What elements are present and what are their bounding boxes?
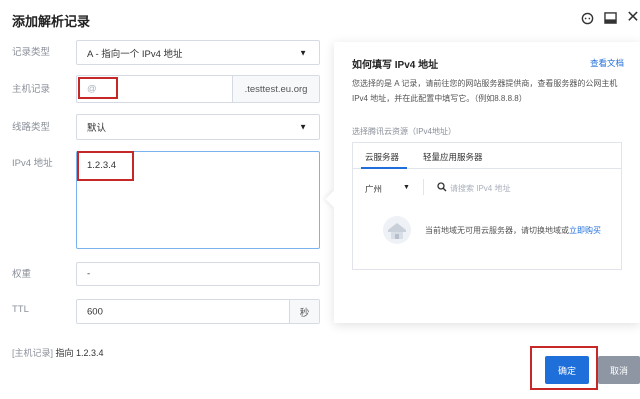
value-textarea[interactable]: 1.2.3.4: [76, 151, 320, 249]
record-type-value: A - 指向一个 IPv4 地址: [87, 48, 183, 60]
card-pointer: [325, 190, 343, 208]
window-icon[interactable]: [603, 11, 617, 25]
help-title: 如何填写 IPv4 地址: [352, 60, 439, 71]
help-description: 您选择的是 A 记录，请前往您的网站服务器提供商，查看服务器的公网主机 IPv4…: [352, 76, 624, 106]
resource-tabs: 云服务器 轻量应用服务器: [353, 143, 621, 169]
domain-suffix: .testtest.eu.org: [232, 76, 319, 102]
ttl-value: 600: [87, 306, 103, 317]
search-input[interactable]: 请搜索 IPv4 地址: [450, 183, 510, 194]
divider: [423, 179, 424, 195]
record-type-select[interactable]: A - 指向一个 IPv4 地址 ▼: [76, 40, 320, 65]
chat-icon[interactable]: [580, 11, 594, 25]
value-text: 1.2.3.4: [87, 160, 117, 171]
close-icon[interactable]: ✕: [626, 10, 640, 26]
confirm-button[interactable]: 确定: [545, 356, 589, 384]
ttl-label: TTL: [12, 304, 29, 315]
weight-value: -: [87, 268, 91, 280]
tab-cloud-server[interactable]: 云服务器: [365, 151, 399, 163]
record-summary: [主机记录] 指向 1.2.3.4: [12, 346, 104, 359]
empty-state-text: 当前地域无可用云服务器，请切换地域或立即购买: [425, 225, 601, 236]
view-docs-link[interactable]: 查看文档: [590, 57, 624, 69]
record-type-label: 记录类型: [12, 47, 51, 58]
summary-key: [主机记录]: [12, 348, 54, 358]
tab-lightweight-server[interactable]: 轻量应用服务器: [423, 151, 483, 163]
resource-panel: 云服务器 轻量应用服务器 广州 ▼ 请搜索 IPv4 地址 当前地域无可用云服务…: [352, 142, 622, 270]
chevron-down-icon: ▼: [299, 48, 307, 57]
dialog-title: 添加解析记录: [12, 14, 91, 29]
ttl-unit: 秒: [289, 300, 319, 323]
buy-now-link[interactable]: 立即购买: [569, 226, 601, 235]
resource-subtitle: 选择腾讯云资源（IPv4地址）: [352, 127, 457, 136]
search-icon: [437, 182, 447, 192]
ttl-input[interactable]: 600 秒: [76, 299, 320, 324]
active-tab-indicator: [361, 167, 407, 169]
chevron-down-icon[interactable]: ▼: [403, 184, 410, 191]
value-label: IPv4 地址: [12, 158, 53, 169]
weight-label: 权重: [12, 269, 32, 280]
empty-state-icon: [383, 216, 411, 244]
cancel-button[interactable]: 取消: [598, 356, 640, 384]
host-label: 主机记录: [12, 84, 51, 95]
line-value: 默认: [87, 123, 107, 134]
weight-input[interactable]: -: [76, 262, 320, 286]
help-desc-line2: IPv4 地址，并在此配置中填写它。（例如8.8.8.8）: [352, 94, 527, 103]
line-select[interactable]: 默认 ▼: [76, 114, 320, 140]
summary-text: 指向 1.2.3.4: [55, 348, 104, 358]
line-label: 线路类型: [12, 122, 51, 133]
empty-state-message: 当前地域无可用云服务器，请切换地域或: [425, 226, 569, 235]
help-desc-line1: 您选择的是 A 记录，请前往您的网站服务器提供商，查看服务器的公网主机: [352, 79, 618, 88]
host-input[interactable]: @: [87, 84, 97, 95]
host-field[interactable]: @ .testtest.eu.org: [76, 75, 320, 103]
chevron-down-icon: ▼: [299, 122, 307, 132]
help-card: 如何填写 IPv4 地址 查看文档 您选择的是 A 记录，请前往您的网站服务器提…: [325, 42, 640, 323]
region-select[interactable]: 广州: [365, 183, 382, 195]
